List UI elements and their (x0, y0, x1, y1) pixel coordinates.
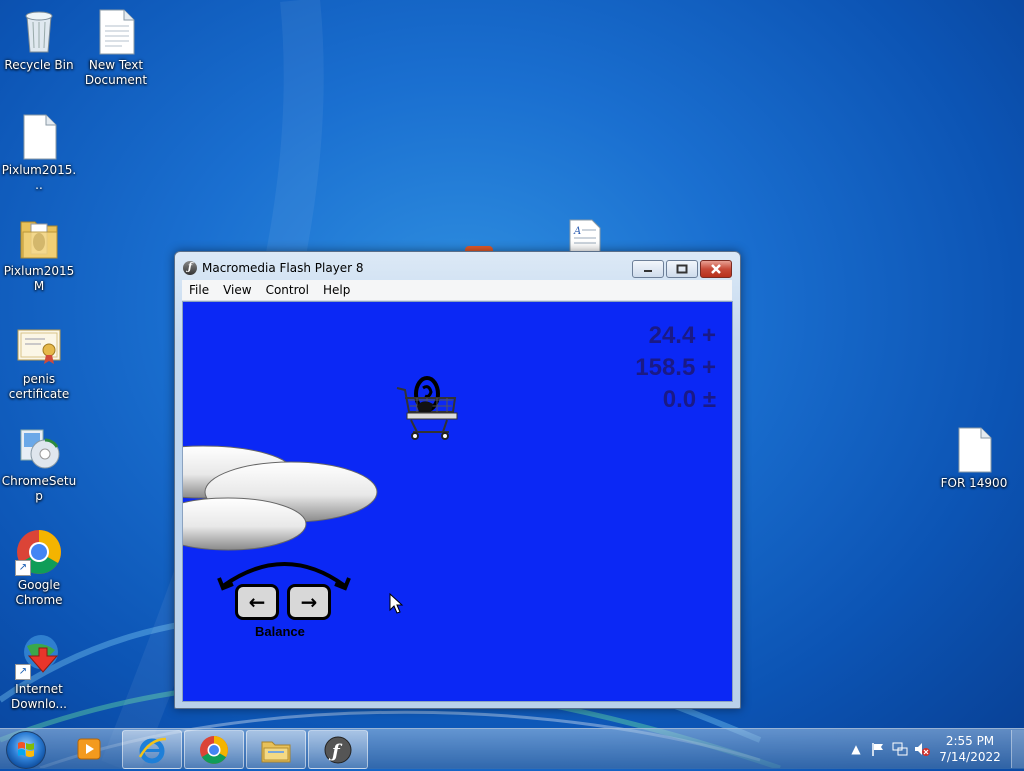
recycle-bin-icon (15, 8, 63, 56)
system-tray: ▲ 2:55 PM 7/14/2022 (845, 729, 1024, 769)
start-button[interactable] (6, 731, 46, 769)
flash-player-window: ƒ Macromedia Flash Player 8 File View Co… (174, 251, 741, 709)
desktop-icon-new-text-document[interactable]: New Text Document (78, 8, 154, 88)
desktop-icon-for-14900[interactable]: FOR 14900 (936, 426, 1012, 491)
certificate-icon (15, 322, 63, 370)
balance-right-key[interactable]: → (287, 584, 331, 620)
text-document-icon (92, 8, 140, 56)
flash-player-icon: ƒ (183, 261, 197, 275)
show-desktop-button[interactable] (1011, 730, 1024, 768)
close-button[interactable] (700, 260, 732, 278)
mouse-cursor-icon (389, 593, 404, 614)
taskbar: ƒ ▲ 2:55 PM 7/14/2022 (0, 728, 1024, 769)
desktop-icon-label: Pixlum2015M (3, 264, 75, 293)
arrow-right-icon: → (300, 590, 318, 614)
window-title: Macromedia Flash Player 8 (202, 261, 364, 275)
svg-text:A: A (573, 226, 581, 237)
chrome-icon (200, 735, 228, 764)
shortcut-arrow-icon: ↗ (15, 664, 31, 680)
balance-label: Balance (255, 624, 305, 639)
menu-file[interactable]: File (182, 283, 216, 297)
desktop-icon-internet-download-manager[interactable]: ↗ Internet Downlo... (1, 632, 77, 712)
chrome-icon: ↗ (15, 528, 63, 576)
desktop-icon-label: Pixlum2015... (1, 163, 77, 192)
window-title-bar[interactable]: ƒ Macromedia Flash Player 8 (183, 258, 364, 278)
desktop-icon-label: penis certificate (8, 372, 70, 401)
action-center-flag-icon[interactable] (870, 741, 886, 757)
desktop-icon-label: ChromeSetup (1, 474, 77, 503)
stat-value-2: 158.5 + (635, 354, 716, 382)
desktop-icon-label: Internet Downlo... (11, 682, 67, 711)
desktop-icon-pixlum-folder[interactable]: Pixlum2015M (1, 214, 77, 294)
file-explorer-icon (261, 741, 291, 762)
shopping-cart-character (396, 376, 458, 440)
stat-marker-icon: + (701, 354, 716, 381)
taskbar-internet-explorer[interactable] (122, 730, 182, 769)
stat-number: 158.5 (635, 354, 696, 381)
taskbar-file-explorer[interactable] (246, 730, 306, 769)
stat-marker-icon: ± (702, 386, 716, 413)
blank-file-icon (15, 113, 63, 161)
menu-help[interactable]: Help (316, 283, 357, 297)
desktop-icon-certificate[interactable]: penis certificate (1, 322, 77, 402)
taskbar-chrome[interactable] (184, 730, 244, 769)
taskbar-media-player[interactable] (60, 730, 118, 767)
internet-explorer-icon (138, 737, 167, 763)
flash-stage[interactable]: 24.4 + 158.5 + 0.0 ± ← → Balance (182, 301, 733, 702)
desktop-icon-label: Google Chrome (15, 578, 63, 607)
desktop-icon-label: FOR 14900 (940, 476, 1008, 490)
arrow-left-icon: ← (248, 590, 266, 614)
menu-view[interactable]: View (216, 283, 258, 297)
desktop-icon-label: Recycle Bin (4, 58, 74, 72)
taskbar-flash-player[interactable]: ƒ (308, 730, 368, 769)
minimize-icon (644, 270, 652, 272)
installer-icon (15, 424, 63, 472)
stat-number: 24.4 (648, 322, 696, 349)
partially-hidden-document-icon[interactable]: A (568, 218, 602, 253)
desktop-icon-google-chrome[interactable]: ↗ Google Chrome (1, 528, 77, 608)
volume-muted-icon[interactable] (914, 741, 930, 757)
clock-date: 7/14/2022 (939, 750, 1001, 764)
show-hidden-icons-icon[interactable]: ▲ (848, 741, 864, 757)
clock-time: 2:55 PM (945, 734, 995, 748)
flash-player-icon: ƒ (324, 736, 352, 763)
menu-bar: File View Control Help (182, 280, 732, 301)
stat-value-1: 24.4 + (649, 322, 716, 350)
windows-logo-icon (18, 742, 34, 757)
idm-icon: ↗ (15, 632, 63, 680)
blank-file-icon (950, 426, 998, 474)
close-icon (711, 264, 721, 274)
desktop-icon-label: New Text Document (84, 58, 148, 87)
shortcut-arrow-icon: ↗ (15, 560, 31, 576)
folder-icon (15, 214, 63, 262)
taskbar-clock[interactable]: 2:55 PM 7/14/2022 (933, 733, 1007, 765)
maximize-icon (676, 264, 688, 274)
maximize-button[interactable] (666, 260, 698, 278)
desktop-icon-recycle-bin[interactable]: Recycle Bin (1, 8, 77, 73)
desktop-icon-chromesetup[interactable]: ChromeSetup (1, 424, 77, 504)
balance-left-key[interactable]: ← (235, 584, 279, 620)
desktop-icon-pixlum-file[interactable]: Pixlum2015... (1, 113, 77, 193)
stat-marker-icon: + (701, 322, 716, 349)
windows-media-player-icon (77, 738, 101, 759)
menu-control[interactable]: Control (259, 283, 316, 297)
network-icon[interactable] (892, 741, 908, 757)
window-controls (632, 260, 732, 278)
stat-value-3: 0.0 ± (663, 386, 716, 414)
stat-number: 0.0 (662, 386, 697, 413)
minimize-button[interactable] (632, 260, 664, 278)
